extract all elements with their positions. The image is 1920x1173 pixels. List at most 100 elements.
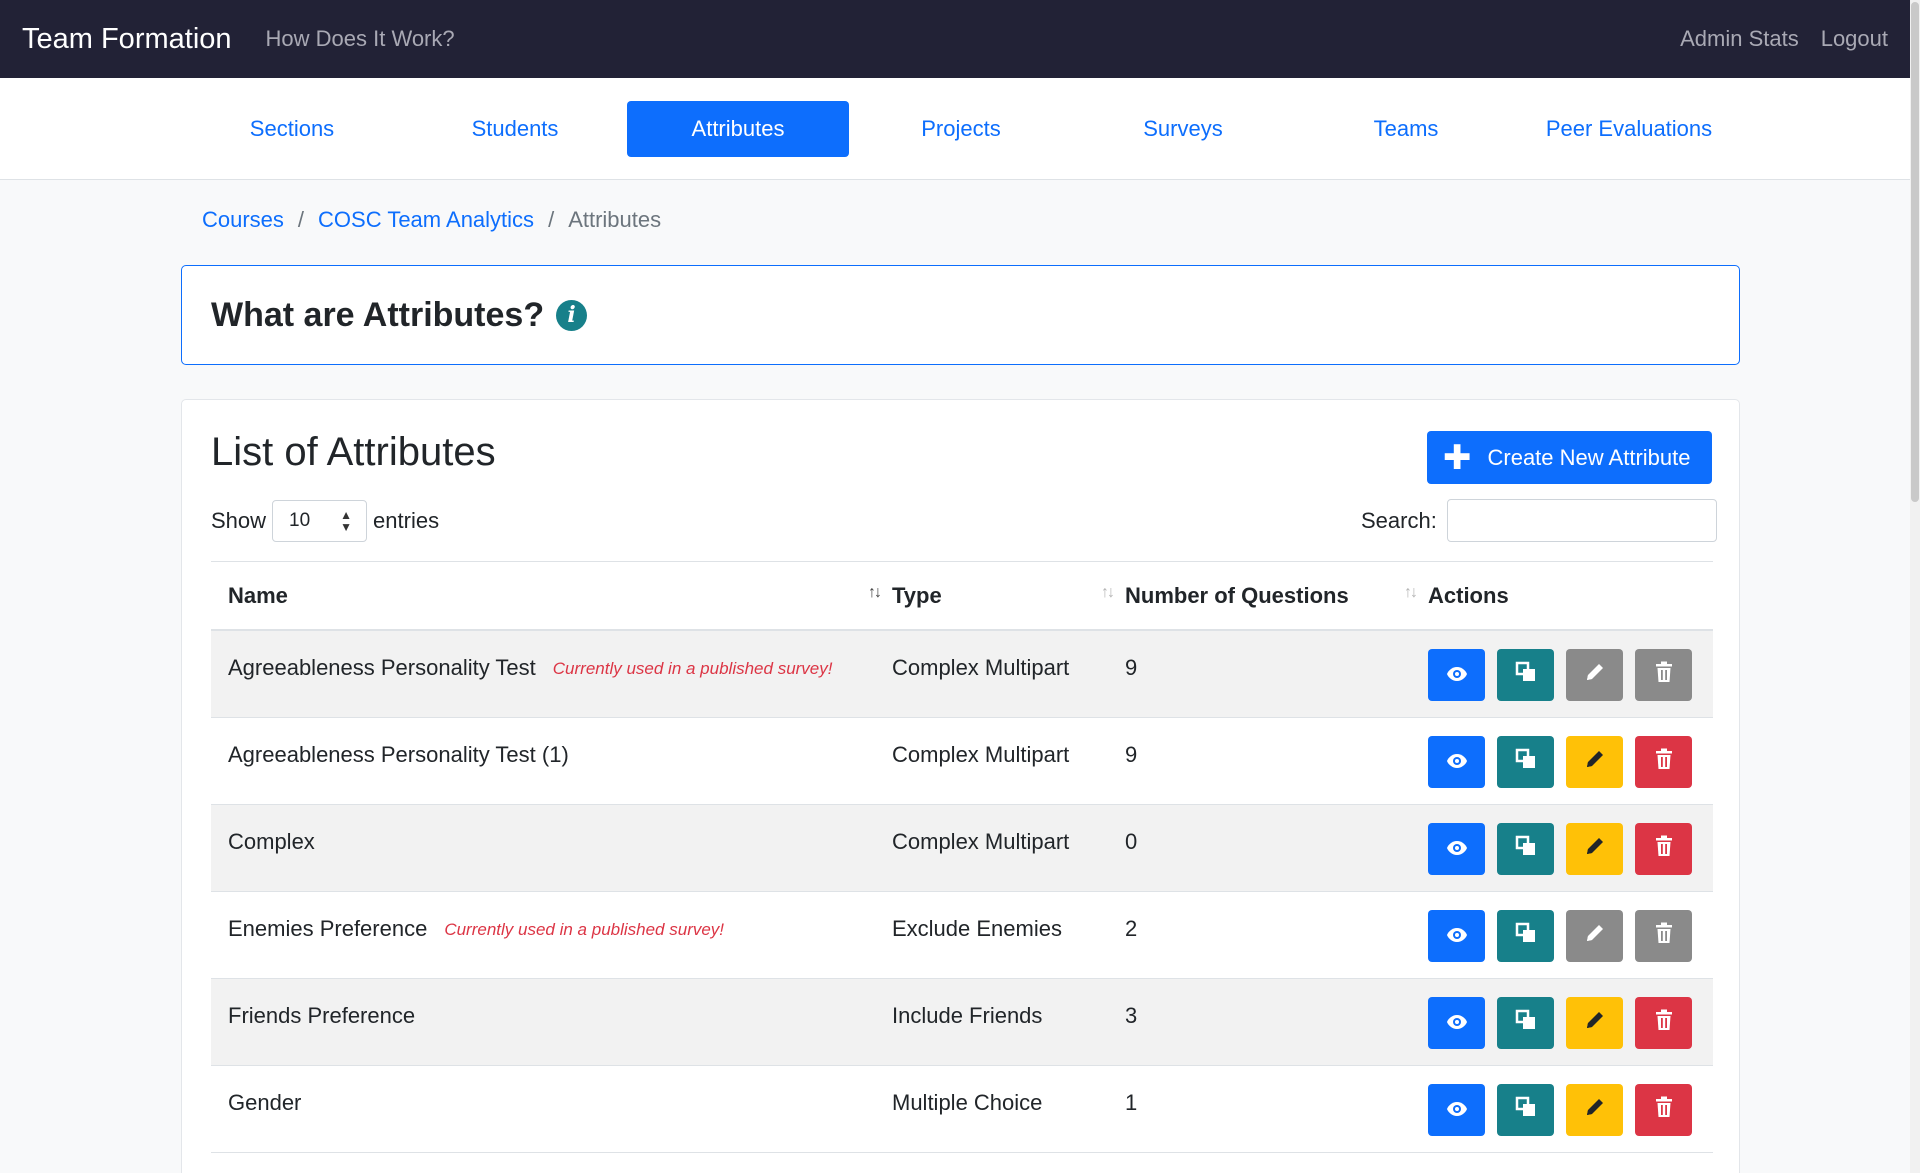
delete-button[interactable] [1635, 736, 1692, 788]
breadcrumb-courses[interactable]: Courses [202, 207, 284, 233]
duplicate-button[interactable] [1497, 649, 1554, 701]
table-row: Gender Multiple Choice 1 [211, 1066, 1713, 1153]
view-button[interactable] [1428, 997, 1485, 1049]
brand-link[interactable]: Team Formation [22, 23, 232, 56]
header-num-questions-label: Number of Questions [1125, 582, 1349, 608]
attribute-name: Agreeableness Personality Test (1) [228, 742, 569, 767]
info-icon[interactable]: i [556, 299, 588, 331]
delete-button[interactable] [1635, 823, 1692, 875]
eye-icon [1446, 1010, 1468, 1036]
tab-students[interactable]: Students [404, 101, 626, 157]
breadcrumb-course[interactable]: COSC Team Analytics [318, 207, 534, 233]
delete-button[interactable] [1635, 1084, 1692, 1136]
view-button[interactable] [1428, 823, 1485, 875]
search-area: Search: [1361, 499, 1717, 542]
create-new-attribute-button[interactable]: ✚ Create New Attribute [1427, 431, 1712, 484]
breadcrumb: Courses / COSC Team Analytics / Attribut… [202, 207, 661, 233]
tab-teams[interactable]: Teams [1295, 101, 1517, 157]
copy-icon [1515, 748, 1537, 776]
sort-icon: ↑↓ [1404, 584, 1418, 601]
duplicate-button[interactable] [1497, 823, 1554, 875]
duplicate-button[interactable] [1497, 736, 1554, 788]
published-warning: Currently used in a published survey! [444, 920, 725, 939]
delete-button[interactable] [1635, 910, 1692, 962]
table-row: Agreeableness Personality Test (1) Comple… [211, 718, 1713, 805]
delete-button[interactable] [1635, 997, 1692, 1049]
search-label: Search: [1361, 507, 1437, 533]
scrollbar-thumb[interactable] [1911, 2, 1919, 502]
cell-type: Complex Multipart [892, 655, 1070, 680]
tab-sections[interactable]: Sections [181, 101, 403, 157]
delete-button[interactable] [1635, 649, 1692, 701]
section-tabs: Sections Students Attributes Projects Su… [0, 78, 1910, 180]
scrollbar[interactable] [1910, 0, 1920, 1173]
view-button[interactable] [1428, 736, 1485, 788]
header-num-questions[interactable]: Number of Questions ↑↓ [1125, 562, 1428, 629]
entries-select[interactable]: 10 ▲ ▼ [272, 500, 368, 542]
edit-button[interactable] [1566, 1084, 1623, 1136]
edit-button[interactable] [1566, 649, 1623, 701]
pencil-icon [1584, 835, 1606, 863]
view-button[interactable] [1428, 910, 1485, 962]
table-row: Enemies Preference Currently used in a pu… [211, 892, 1713, 979]
entries-label: entries [373, 508, 440, 533]
attribute-name: Complex [228, 829, 315, 854]
navbar-right: Admin Stats Logout [1680, 26, 1888, 52]
cell-type: Multiple Choice [892, 1090, 1043, 1115]
cell-num-questions: 2 [1125, 916, 1138, 941]
cell-actions [1428, 718, 1713, 804]
logout-link[interactable]: Logout [1821, 26, 1888, 52]
view-button[interactable] [1428, 1084, 1485, 1136]
header-name[interactable]: Name ↑↓ [211, 562, 892, 629]
eye-icon [1446, 836, 1468, 862]
tab-surveys[interactable]: Surveys [1072, 101, 1294, 157]
admin-stats-link[interactable]: Admin Stats [1680, 26, 1799, 52]
table-row: Complex Complex Multipart 0 [211, 805, 1713, 892]
breadcrumb-separator: / [548, 207, 555, 232]
attribute-name: Enemies Preference [228, 916, 428, 941]
cell-actions [1428, 1066, 1713, 1152]
entries-value: 10 [289, 510, 311, 531]
how-does-it-work-link[interactable]: How Does It Work? [266, 26, 455, 52]
trash-icon [1654, 922, 1674, 950]
show-entries: Show 10 ▲ ▼ entries [211, 500, 439, 542]
tab-peer-evaluations[interactable]: Peer Evaluations [1518, 101, 1740, 157]
trash-icon [1654, 835, 1674, 863]
show-label: Show [211, 508, 267, 533]
list-title: List of Attributes [211, 430, 496, 474]
breadcrumb-current: Attributes [568, 207, 662, 232]
header-actions-label: Actions [1428, 582, 1509, 608]
search-input[interactable] [1446, 499, 1717, 542]
attributes-table: Name ↑↓ Type ↑↓ Number of Questions ↑↓ A… [211, 561, 1713, 1153]
table-body: Agreeableness Personality Test Currently … [211, 631, 1713, 1153]
view-button[interactable] [1428, 649, 1485, 701]
select-caret-icon: ▲ ▼ [340, 508, 353, 534]
edit-button[interactable] [1566, 736, 1623, 788]
eye-icon [1446, 1097, 1468, 1123]
trash-icon [1654, 661, 1674, 689]
table-row: Agreeableness Personality Test Currently … [211, 631, 1713, 718]
sort-icon: ↑↓ [1101, 584, 1115, 601]
duplicate-button[interactable] [1497, 1084, 1554, 1136]
cell-name: Agreeableness Personality Test (1) [211, 718, 892, 804]
duplicate-button[interactable] [1497, 997, 1554, 1049]
tab-attributes[interactable]: Attributes [627, 101, 849, 157]
published-warning: Currently used in a published survey! [552, 659, 833, 678]
table-row: Friends Preference Include Friends 3 [211, 979, 1713, 1066]
edit-button[interactable] [1566, 823, 1623, 875]
tab-projects[interactable]: Projects [850, 101, 1072, 157]
cell-name: Gender [211, 1066, 892, 1152]
header-name-label: Name [228, 582, 288, 608]
pencil-icon [1584, 748, 1606, 776]
table-header: Name ↑↓ Type ↑↓ Number of Questions ↑↓ A… [211, 561, 1713, 631]
header-type[interactable]: Type ↑↓ [892, 562, 1125, 629]
pencil-icon [1584, 661, 1606, 689]
copy-icon [1515, 1096, 1537, 1124]
edit-button[interactable] [1566, 997, 1623, 1049]
duplicate-button[interactable] [1497, 910, 1554, 962]
pencil-icon [1584, 922, 1606, 950]
edit-button[interactable] [1566, 910, 1623, 962]
copy-icon [1515, 922, 1537, 950]
cell-num-questions: 1 [1125, 1090, 1138, 1115]
pencil-icon [1584, 1096, 1606, 1124]
